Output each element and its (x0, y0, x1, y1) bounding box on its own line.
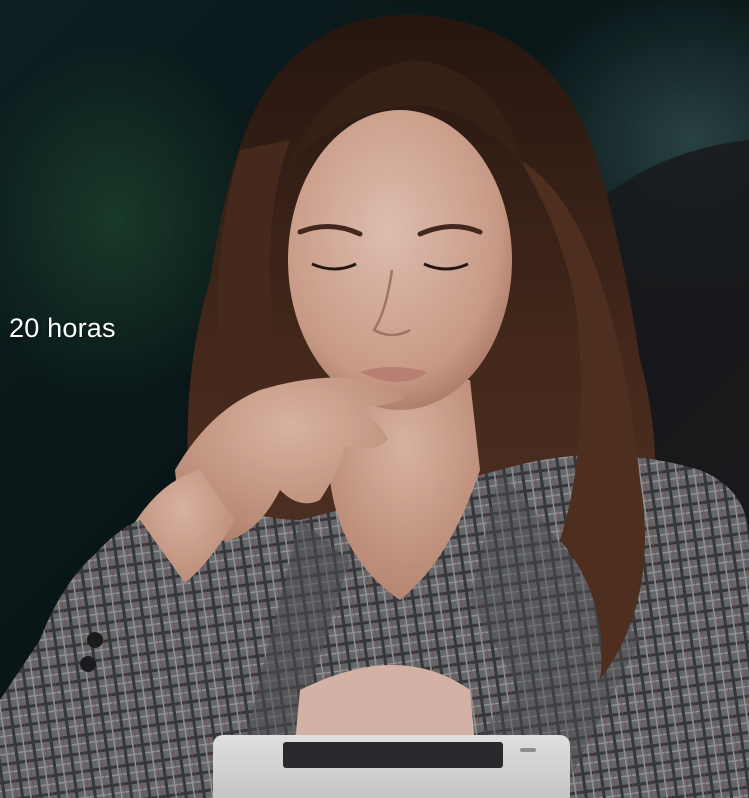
hero-banner: 20 horas (0, 0, 749, 798)
woman-reading-tablet-photo (0, 0, 749, 798)
duration-caption: 20 horas (9, 313, 116, 343)
